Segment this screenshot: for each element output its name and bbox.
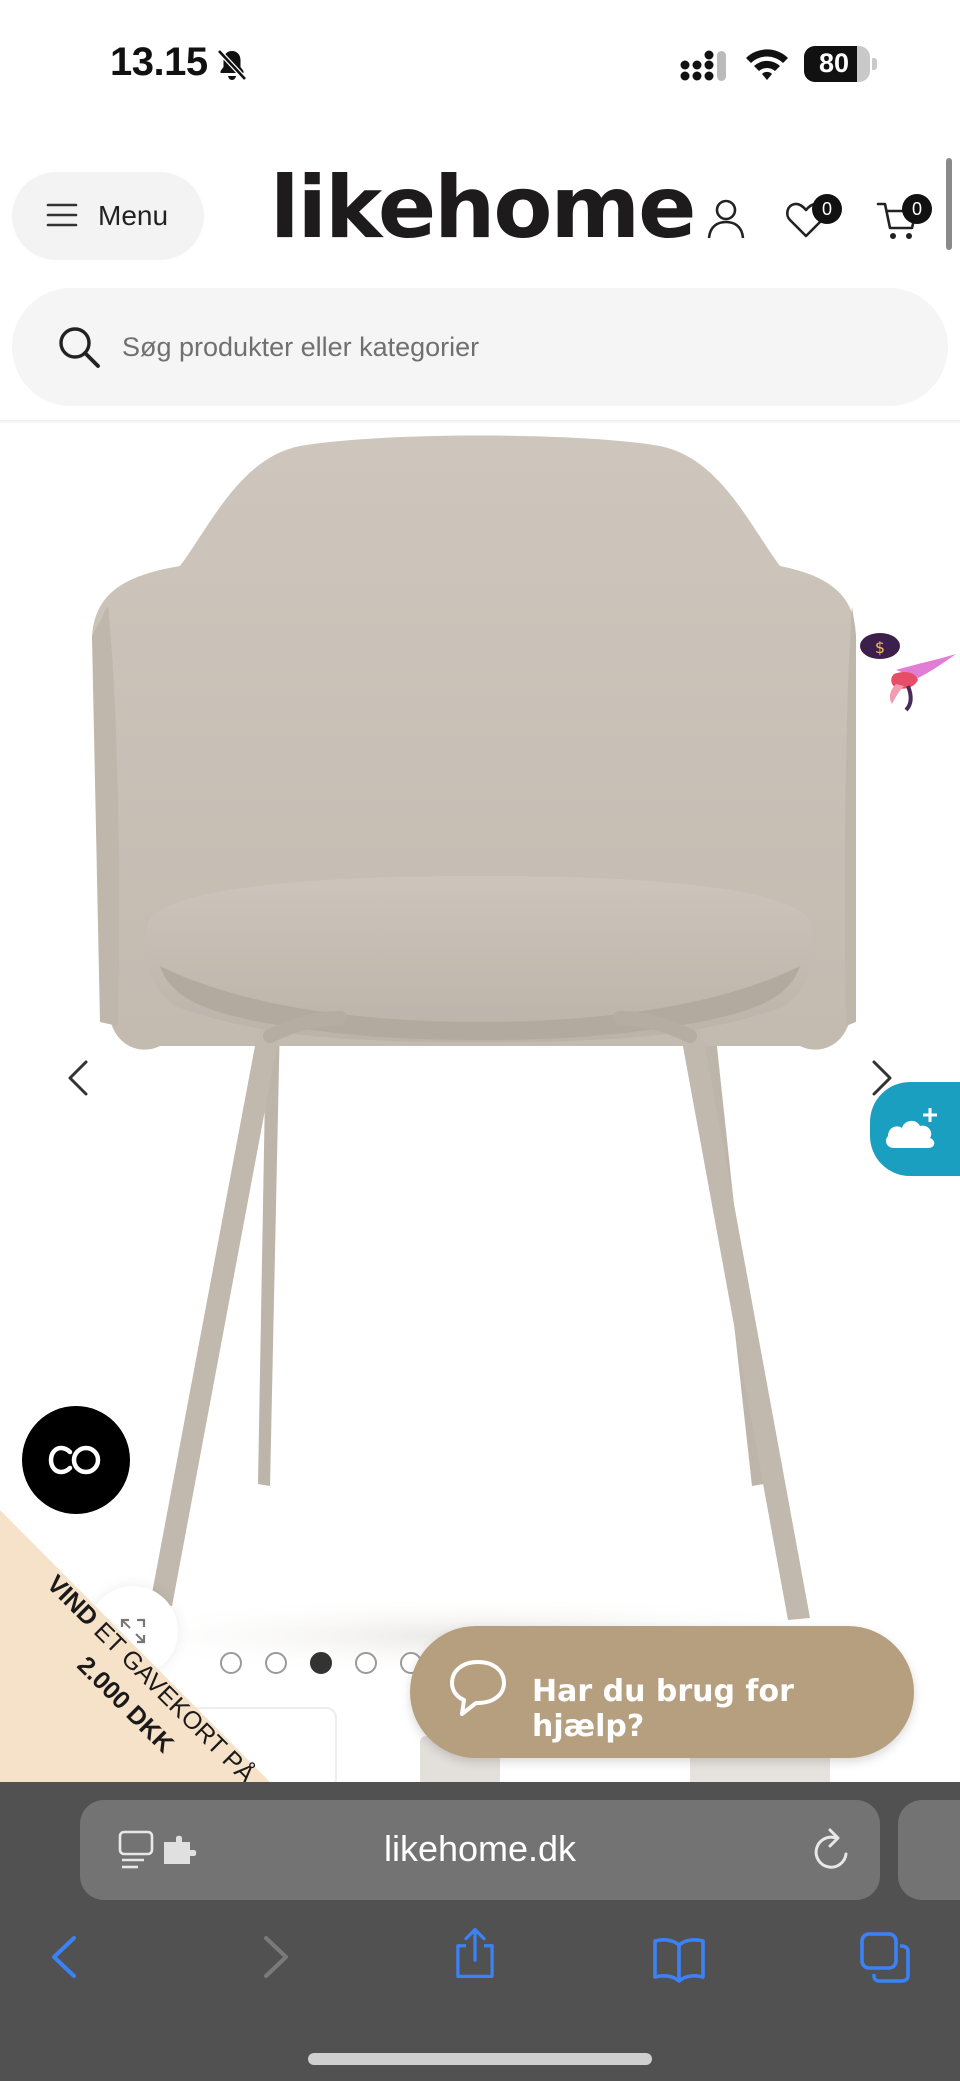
gallery-dot[interactable]: [355, 1652, 377, 1674]
cloud-plus-icon: [886, 1108, 937, 1148]
status-time: 13.15: [110, 40, 208, 84]
back-arrow-icon[interactable]: [40, 1930, 94, 1984]
cloud-widget-button[interactable]: [870, 1082, 960, 1176]
cart-count-badge: 0: [902, 194, 932, 224]
help-chat-button[interactable]: Har du brug for hjælp?: [410, 1626, 914, 1758]
hummingbird-widget-icon[interactable]: $: [856, 624, 960, 714]
wishlist-count-badge: 0: [812, 194, 842, 224]
cellular-signal-icon: [680, 50, 726, 81]
chat-bubble-icon: [450, 1660, 506, 1716]
bookmarks-icon[interactable]: [652, 1932, 706, 1986]
tabs-icon[interactable]: [858, 1930, 912, 1984]
reload-icon[interactable]: [810, 1826, 854, 1874]
hamburger-icon: [46, 203, 78, 227]
gallery-dot[interactable]: [310, 1652, 332, 1674]
promo-ribbon[interactable]: VIND ET GAVEKORT PÅ 2.000 DKK: [0, 1510, 270, 1782]
share-icon[interactable]: [448, 1926, 502, 1980]
gallery-prev-arrow-icon[interactable]: [58, 1048, 98, 1108]
home-indicator[interactable]: [308, 2053, 652, 2065]
page-scrollbar[interactable]: [946, 158, 952, 250]
search-bar[interactable]: [12, 288, 948, 406]
next-tab-address-bar[interactable]: [898, 1800, 960, 1900]
search-input[interactable]: [122, 318, 902, 376]
status-bar: 13.15 80: [0, 0, 960, 130]
search-icon: [59, 327, 100, 368]
site-logo[interactable]: likehome: [270, 158, 696, 258]
battery-percent: 80: [818, 48, 850, 78]
help-label: Har du brug for hjælp?: [532, 1674, 794, 1744]
wifi-icon: [746, 49, 788, 80]
url-text: likehome.dk: [383, 1828, 577, 1869]
menu-label: Menu: [98, 200, 169, 231]
header-divider: [0, 420, 960, 424]
menu-button[interactable]: Menu: [12, 172, 204, 260]
co-widget-button[interactable]: [22, 1406, 130, 1514]
forward-arrow-icon: [264, 1936, 288, 1978]
svg-text:$: $: [875, 638, 885, 657]
co-logo-icon: [48, 1445, 101, 1475]
address-bar[interactable]: likehome.dk: [80, 1800, 880, 1900]
battery-indicator: 80: [804, 46, 877, 82]
browser-toolbar: likehome.dk: [0, 1782, 960, 2081]
bell-off-icon: [217, 49, 247, 81]
account-icon[interactable]: [704, 196, 748, 240]
